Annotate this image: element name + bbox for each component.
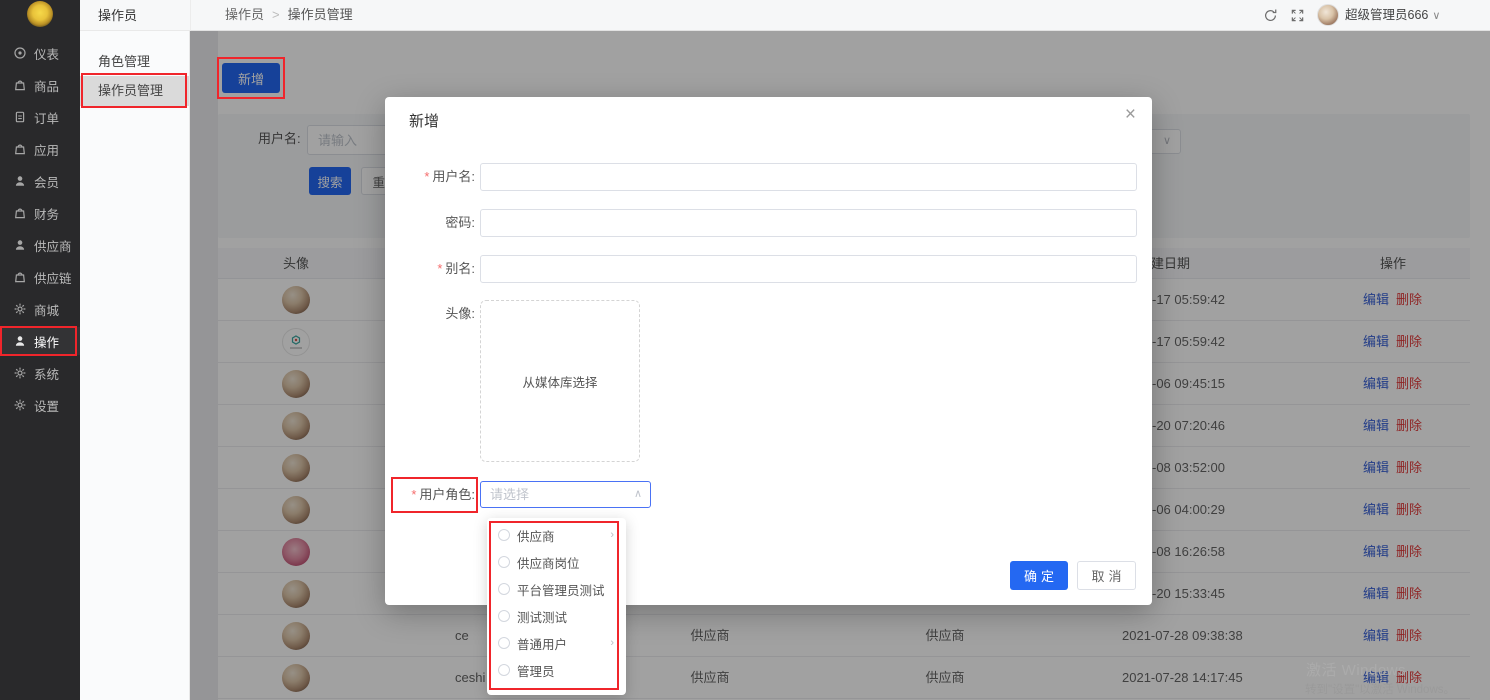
person-icon [13,238,27,252]
sidebar-item-label: 供应链 [34,268,72,287]
alias-field[interactable] [480,255,1137,283]
dialog-title: 新增 [409,110,439,131]
sidebar-item-商品[interactable]: 商品 [0,71,80,99]
secondary-sidebar-title: 操作员 [80,0,190,31]
sidebar-item-label: 订单 [34,108,59,127]
role-option-管理员[interactable]: 管理员 [487,657,626,683]
role-dropdown: 供应商 › 供应商岗位平台管理员测试测试测试普通用户 › 管理员 [487,518,626,695]
role-option-label: 供应商 [517,526,555,545]
role-select-placeholder: 请选择 [490,482,529,507]
username-field[interactable] [480,163,1137,191]
person-icon [13,174,27,188]
radio-icon[interactable] [498,529,510,541]
sidebar-item-label: 商品 [34,76,59,95]
radio-icon[interactable] [498,637,510,649]
sidebar-item-供应链[interactable]: 供应链 [0,263,80,291]
chevron-right-icon: › [610,529,614,541]
alias-label: *别名: [385,255,475,283]
password-field[interactable] [480,209,1137,237]
role-option-label: 平台管理员测试 [517,580,605,599]
sidebar-item-label: 仪表 [34,44,59,63]
gear-icon [13,302,27,316]
sidebar-item-商城[interactable]: 商城 [0,295,80,323]
user-name-label: 超级管理员666 [1345,8,1428,22]
role-option-平台管理员测试[interactable]: 平台管理员测试 [487,576,626,602]
role-option-供应商岗位[interactable]: 供应商岗位 [487,549,626,575]
refresh-icon[interactable] [1263,8,1278,26]
radio-icon[interactable] [498,583,510,595]
person-icon [13,334,27,348]
fullscreen-icon[interactable] [1290,8,1305,26]
bag-icon [13,142,27,156]
user-menu[interactable]: 超级管理员666∨ [1345,0,1440,30]
breadcrumb-separator: > [264,7,288,22]
sidebar-item-label: 商城 [34,300,59,319]
sidebar-item-label: 财务 [34,204,59,223]
breadcrumb-item-current: 操作员管理 [288,7,353,22]
radio-icon[interactable] [498,664,510,676]
breadcrumb: 操作员>操作员管理 [225,0,353,30]
sidebar-item-label: 设置 [34,396,59,415]
avatar-label: 头像: [385,300,475,328]
gauge-icon [13,46,27,60]
confirm-button[interactable]: 确定 [1010,561,1068,590]
password-label: 密码: [385,209,475,237]
sidebar-item-设置[interactable]: 设置 [0,391,80,419]
chevron-down-icon: ∨ [1428,10,1440,22]
radio-icon[interactable] [498,610,510,622]
breadcrumb-item[interactable]: 操作员 [225,7,264,22]
sidebar-item-role-management[interactable]: 角色管理 [80,47,189,77]
role-option-普通用户[interactable]: 普通用户 › [487,630,626,656]
sidebar-item-operator-management[interactable]: 操作员管理 [80,76,189,106]
sidebar-item-label: 应用 [34,140,59,159]
windows-watermark-line2: 转到"设置"以激活 Windows。 [1305,681,1455,697]
windows-watermark-line1: 激活 Windows [1306,659,1406,680]
doc-icon [13,110,27,124]
sidebar-item-供应商[interactable]: 供应商 [0,231,80,259]
role-select[interactable]: 请选择 ∧ [480,481,651,508]
required-star: * [411,487,416,502]
role-option-测试测试[interactable]: 测试测试 [487,603,626,629]
sidebar-item-label: 供应商 [34,236,72,255]
media-library-picker[interactable]: 从媒体库选择 [480,300,640,462]
primary-sidebar: 仪表商品订单应用会员财务供应商供应链商城操作系统设置 [0,0,80,700]
chevron-right-icon: › [610,637,614,649]
close-icon[interactable]: × [1125,105,1136,124]
bag-icon [13,270,27,284]
user-avatar[interactable] [1317,4,1339,26]
gear-icon [13,366,27,380]
app-logo[interactable] [27,1,53,27]
sidebar-item-label: 操作 [34,332,59,351]
gear-icon [13,398,27,412]
role-option-label: 测试测试 [517,607,567,626]
sidebar-item-仪表[interactable]: 仪表 [0,39,80,67]
role-option-label: 管理员 [517,661,555,680]
sidebar-item-财务[interactable]: 财务 [0,199,80,227]
role-option-供应商[interactable]: 供应商 › [487,522,626,548]
sidebar-item-label: 会员 [34,172,59,191]
bag-icon [13,206,27,220]
sidebar-item-应用[interactable]: 应用 [0,135,80,163]
required-star: * [437,261,442,276]
radio-icon[interactable] [498,556,510,568]
username-label: *用户名: [385,163,475,191]
bag-icon [13,78,27,92]
role-option-label: 供应商岗位 [517,553,580,572]
sidebar-item-label: 系统 [34,364,59,383]
app-root: 新增 用户名: 搜索 重置 ∨ 头像 创建日期 操作 -17 05:59:42编… [0,0,1490,700]
cancel-button[interactable]: 取消 [1077,561,1136,590]
sidebar-item-会员[interactable]: 会员 [0,167,80,195]
sidebar-item-操作[interactable]: 操作 [0,327,80,355]
sidebar-item-系统[interactable]: 系统 [0,359,80,387]
chevron-up-icon: ∧ [634,482,642,507]
sidebar-item-订单[interactable]: 订单 [0,103,80,131]
required-star: * [424,169,429,184]
role-option-label: 普通用户 [517,634,567,653]
role-label: *用户角色: [385,481,475,509]
